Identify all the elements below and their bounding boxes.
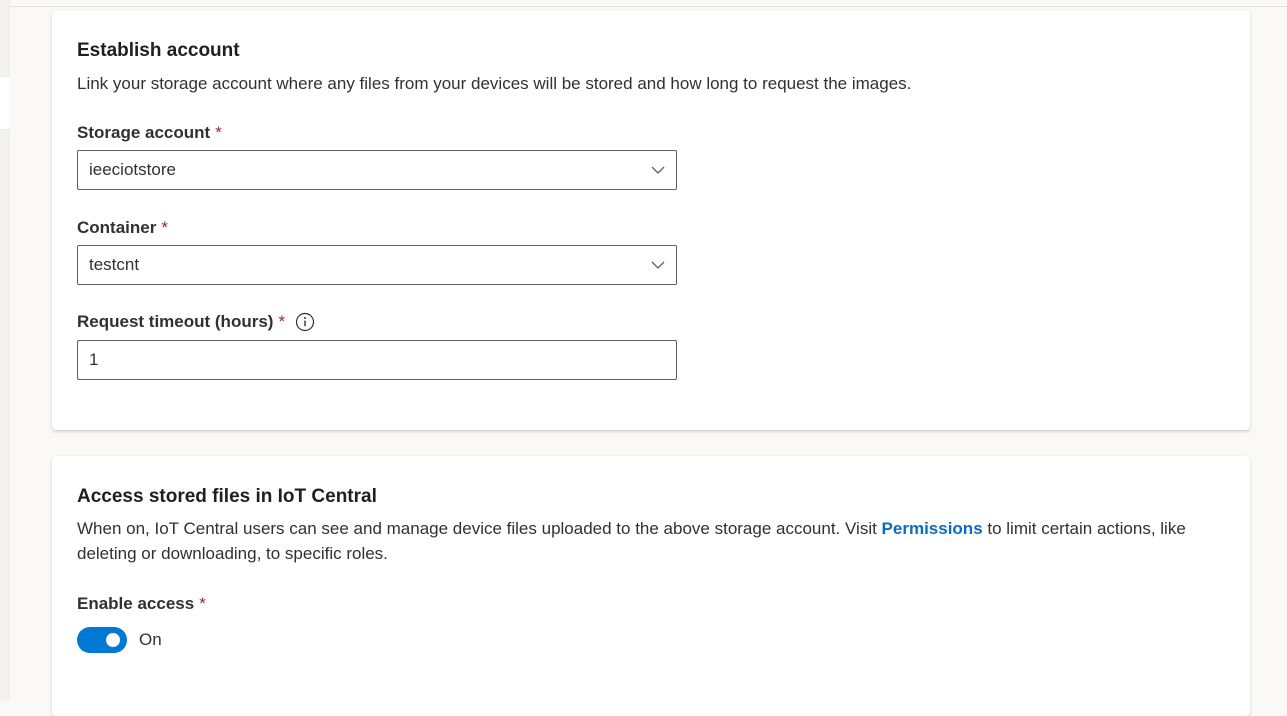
enable-access-label: Enable access * [77, 594, 206, 614]
permissions-link[interactable]: Permissions [882, 519, 983, 538]
container-label-text: Container [77, 218, 157, 237]
container-label: Container * [77, 218, 168, 238]
storage-account-label: Storage account * [77, 123, 222, 143]
storage-account-label-text: Storage account [77, 123, 211, 142]
toggle-knob [106, 633, 120, 647]
access-description-before: When on, IoT Central users can see and m… [77, 519, 882, 538]
request-timeout-input[interactable]: 1 [77, 340, 677, 380]
top-divider [10, 6, 1287, 7]
storage-account-value: ieeciotstore [89, 160, 176, 179]
enable-access-toggle-row: On [77, 627, 162, 653]
container-dropdown[interactable]: testcnt [77, 245, 677, 285]
storage-account-dropdown[interactable]: ieeciotstore [77, 150, 677, 190]
enable-access-toggle[interactable] [77, 627, 127, 653]
required-marker: * [199, 594, 206, 613]
enable-access-label-text: Enable access [77, 594, 195, 613]
container-value: testcnt [89, 255, 140, 274]
establish-account-card: Establish account Link your storage acco… [52, 10, 1250, 430]
toggle-state-label: On [139, 630, 162, 649]
left-rail-selected [0, 76, 10, 130]
request-timeout-label: Request timeout (hours) * [77, 312, 315, 332]
chevron-down-icon [651, 166, 665, 174]
required-marker: * [278, 312, 286, 331]
chevron-down-icon [651, 261, 665, 269]
info-icon[interactable] [295, 312, 315, 332]
access-stored-files-description: When on, IoT Central users can see and m… [77, 516, 1227, 566]
establish-account-description: Link your storage account where any file… [77, 74, 912, 93]
left-rail [0, 0, 10, 700]
request-timeout-label-text: Request timeout (hours) [77, 312, 274, 331]
access-stored-files-title: Access stored files in IoT Central [77, 486, 377, 507]
required-marker: * [161, 218, 168, 237]
required-marker: * [215, 123, 222, 142]
access-stored-files-card: Access stored files in IoT Central When … [52, 456, 1250, 716]
establish-account-title: Establish account [77, 40, 240, 61]
request-timeout-value: 1 [89, 350, 99, 369]
